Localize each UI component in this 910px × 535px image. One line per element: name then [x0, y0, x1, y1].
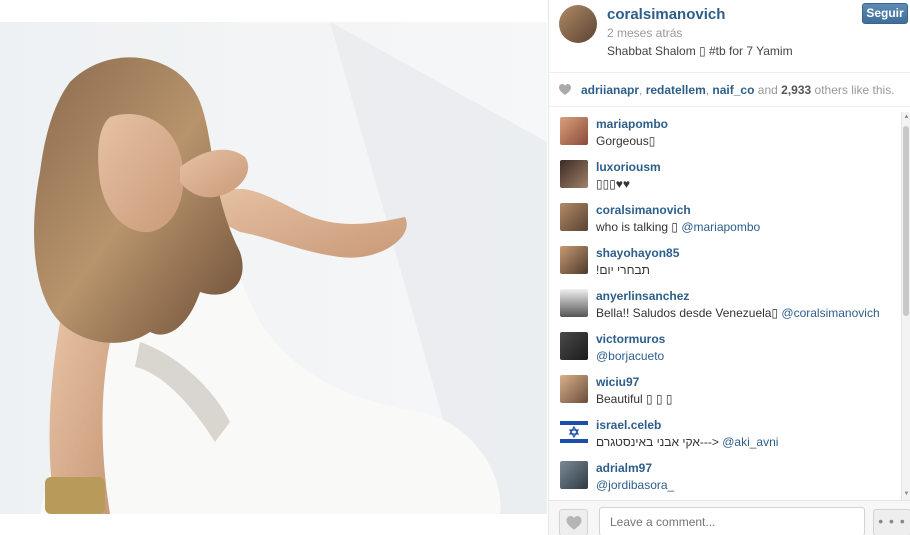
comment-body: ▯▯▯♥♥: [596, 177, 631, 191]
comment-input[interactable]: [599, 507, 865, 535]
comment-body: Gorgeous▯: [596, 134, 656, 148]
comment-mention[interactable]: @aki_avni: [722, 435, 778, 449]
comment-username[interactable]: coralsimanovich: [596, 203, 691, 217]
comment-text: Beautiful ▯ ▯ ▯: [596, 392, 673, 406]
comment-text: Bella!! Saludos desde Venezuela▯ @corals…: [596, 306, 880, 320]
comment-item: victormuros @borjacueto: [549, 327, 901, 370]
comment-footer: • • •: [549, 500, 910, 535]
liker-link[interactable]: adriianapr: [581, 83, 639, 97]
comment-body: Bella!! Saludos desde Venezuela▯: [596, 306, 782, 320]
comment-text: אקי אבני באינסטגרם---> @aki_avni: [596, 435, 778, 449]
photo-image: [0, 22, 547, 514]
heart-icon: [566, 516, 582, 530]
comment-item: shayohayon85 !תבחרי יום: [549, 241, 901, 284]
commenter-avatar[interactable]: [560, 246, 588, 274]
likes-summary: adriianapr, redatellem, naif_co and 2,93…: [549, 73, 910, 107]
commenter-avatar[interactable]: [560, 117, 588, 145]
comment-text: @jordibasora_: [596, 478, 674, 492]
commenter-avatar[interactable]: [560, 375, 588, 403]
comments-scrollbar[interactable]: ▲ ▼: [901, 112, 910, 500]
comment-body: who is talking ▯: [596, 220, 682, 234]
post-timestamp[interactable]: 2 meses atrás: [607, 26, 682, 40]
like-button[interactable]: [559, 509, 588, 535]
scroll-thumb[interactable]: [903, 126, 909, 316]
comment-text: Gorgeous▯: [596, 134, 655, 148]
comment-item: luxoriousm ▯▯▯♥♥: [549, 155, 901, 198]
comment-item: anyerlinsanchez Bella!! Saludos desde Ve…: [549, 284, 901, 327]
post-caption: Shabbat Shalom ▯ #tb for 7 Yamim: [607, 44, 793, 58]
liker-link[interactable]: naif_co: [712, 83, 754, 97]
comment-username[interactable]: shayohayon85: [596, 246, 679, 260]
likes-count[interactable]: 2,933: [781, 83, 811, 97]
likes-suffix: others like this.: [814, 83, 895, 97]
owner-username[interactable]: coralsimanovich: [607, 6, 725, 23]
comment-text: who is talking ▯ @mariapombo: [596, 220, 760, 234]
post-header: coralsimanovich 2 meses atrás Shabbat Sh…: [549, 0, 910, 73]
comment-body: !תבחרי יום: [596, 263, 650, 277]
comments-list: mariapombo Gorgeous▯ luxoriousm ▯▯▯♥♥ co…: [549, 112, 901, 500]
post-detail-panel: coralsimanovich 2 meses atrás Shabbat Sh…: [548, 0, 910, 535]
comment-item: israel.celeb אקי אבני באינסטגרם---> @aki…: [549, 413, 901, 456]
commenter-avatar[interactable]: [560, 461, 588, 489]
commenter-avatar[interactable]: [560, 332, 588, 360]
comment-username[interactable]: mariapombo: [596, 117, 668, 131]
post-photo[interactable]: [0, 22, 547, 514]
comment-username[interactable]: victormuros: [596, 332, 665, 346]
likes-and: and: [757, 83, 778, 97]
comment-body: Beautiful ▯ ▯ ▯: [596, 392, 673, 406]
comment-item: mariapombo Gorgeous▯: [549, 112, 901, 155]
comment-username[interactable]: adrialm97: [596, 461, 652, 475]
comment-username[interactable]: wiciu97: [596, 375, 639, 389]
comment-mention[interactable]: @mariapombo: [681, 220, 760, 234]
comment-mention[interactable]: @coralsimanovich: [781, 306, 879, 320]
comment-text: ▯▯▯♥♥: [596, 177, 630, 191]
more-options-button[interactable]: • • •: [873, 509, 910, 535]
comment-text: !תבחרי יום: [596, 263, 650, 277]
comment-mention[interactable]: @jordibasora_: [596, 478, 674, 492]
comment-item: coralsimanovich who is talking ▯ @mariap…: [549, 198, 901, 241]
heart-icon: [559, 84, 571, 95]
israel-flag-icon[interactable]: [560, 418, 588, 446]
comment-item: wiciu97 Beautiful ▯ ▯ ▯: [549, 370, 901, 413]
commenter-avatar[interactable]: [560, 203, 588, 231]
comment-username[interactable]: luxoriousm: [596, 160, 661, 174]
comment-item: adrialm97 @jordibasora_: [549, 456, 901, 499]
owner-avatar[interactable]: [559, 5, 597, 43]
comment-username[interactable]: anyerlinsanchez: [596, 289, 689, 303]
follow-button[interactable]: Seguir: [862, 3, 908, 24]
comment-mention[interactable]: @borjacueto: [596, 349, 664, 363]
comment-body: אקי אבני באינסטגרם--->: [596, 435, 723, 449]
commenter-avatar[interactable]: [560, 160, 588, 188]
scroll-down-icon[interactable]: ▼: [903, 491, 910, 498]
commenter-avatar[interactable]: [560, 289, 588, 317]
scroll-up-icon[interactable]: ▲: [903, 114, 910, 121]
comment-username[interactable]: israel.celeb: [596, 418, 661, 432]
liker-link[interactable]: redatellem: [646, 83, 706, 97]
comment-text: @borjacueto: [596, 349, 664, 363]
